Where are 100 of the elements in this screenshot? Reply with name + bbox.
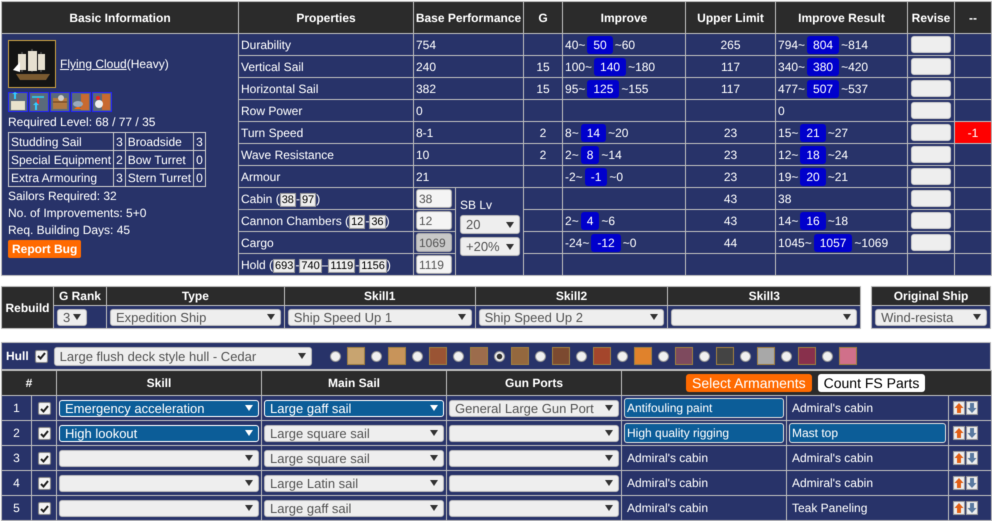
skill-dropdown[interactable]: Emergency acceleration [59,400,259,416]
revise-field[interactable] [911,168,952,185]
material-swatch[interactable] [756,347,775,365]
rank-dropdown[interactable]: 3 [56,308,87,326]
revise-field[interactable] [911,36,952,53]
dropdown[interactable]: Wind-resista [875,308,987,326]
checkbox[interactable] [34,350,48,362]
property-name: Row Power [241,104,302,118]
checkbox[interactable] [38,502,50,516]
revise-field[interactable] [911,234,952,251]
crate-icon [50,92,70,112]
ship-name-link[interactable]: Flying Cloud [60,57,127,71]
range-separator: ) [386,214,390,228]
radio-button[interactable] [370,350,382,362]
radio-button[interactable] [494,350,505,362]
count-parts-button[interactable]: Count FS Parts [818,374,926,392]
base-value-field[interactable]: 38 [416,189,452,208]
skill-dropdown[interactable] [59,450,259,466]
radio-button[interactable] [698,350,710,362]
revise-field[interactable] [911,146,952,163]
checkbox[interactable] [38,477,50,490]
revise-field[interactable] [911,58,952,75]
caret-icon [605,505,613,511]
main-sail-dropdown[interactable]: Large square sail [264,424,444,442]
radio-button[interactable] [452,350,464,362]
radio-button[interactable] [658,350,669,362]
radio-button[interactable] [616,350,628,362]
gun-port-dropdown[interactable] [449,424,619,442]
checkbox[interactable] [38,427,50,440]
caret-icon [430,480,438,486]
checkbox[interactable] [38,452,50,466]
arrow-down-icon[interactable] [966,476,978,490]
material-swatch[interactable] [838,347,857,365]
column-header: Main Sail [262,370,446,396]
arrow-down-icon[interactable] [966,426,978,440]
radio-button[interactable] [780,350,792,362]
main-sail-dropdown[interactable]: Large gaff sail [264,500,444,516]
material-swatch[interactable] [592,347,611,365]
column-header: Type [106,286,284,306]
revise-field[interactable] [911,124,952,141]
result-max: ~27 [828,126,848,140]
radio-button[interactable] [740,350,751,362]
radio-button[interactable] [412,350,423,362]
gun-port-dropdown[interactable] [449,450,619,466]
radio-button[interactable] [534,350,546,362]
radio-button[interactable] [330,350,341,362]
material-swatch[interactable] [716,347,734,365]
column-header: Revise [908,2,955,34]
dropdown[interactable]: Ship Speed Up 1 [288,308,472,326]
arrow-up-icon[interactable] [953,401,965,416]
sb-level-dropdown[interactable]: 20 [460,215,520,234]
material-swatch[interactable] [510,347,529,365]
dropdown[interactable]: Expedition Ship [110,308,281,326]
dropdown[interactable] [671,308,858,326]
skill-dropdown[interactable]: High lookout [59,424,259,442]
material-swatch[interactable] [634,347,652,365]
base-value-field[interactable]: 1119 [416,255,452,274]
arrow-up-icon[interactable] [953,451,965,466]
base-value-field[interactable]: 12 [416,211,452,230]
main-sail-dropdown[interactable]: Large square sail [264,450,444,466]
revise-field[interactable] [911,102,952,119]
dropdown[interactable]: Ship Speed Up 2 [478,308,664,326]
result-value: 507 [807,80,840,98]
main-sail-dropdown[interactable]: Large Latin sail [264,474,444,492]
revise-field[interactable] [911,190,952,207]
material-swatch[interactable] [674,347,693,365]
arrow-up-icon[interactable] [953,426,965,440]
material-swatch[interactable] [552,347,570,365]
improve-value: 14 [580,124,606,142]
gun-port-dropdown[interactable] [449,474,619,492]
material-swatch[interactable] [346,347,365,365]
hull-dropdown[interactable]: Large flush deck style hull - Cedar [54,346,312,366]
skill-dropdown[interactable] [59,500,259,516]
arrow-down-icon[interactable] [966,401,978,416]
checkbox[interactable] [38,402,50,416]
revise-field[interactable] [911,212,952,229]
gun-port-dropdown[interactable]: General Large Gun Port [449,400,619,416]
improve-value: 4 [580,212,600,230]
material-swatch[interactable] [428,347,447,365]
caret-icon [843,314,852,320]
arrow-up-icon[interactable] [953,501,965,516]
radio-button[interactable] [822,350,833,362]
radio-button[interactable] [576,350,587,362]
result-value: 18 [800,146,826,164]
material-swatch[interactable] [798,347,816,365]
arrow-down-icon[interactable] [966,501,978,516]
gun-port-dropdown[interactable] [449,500,619,516]
bonus-dropdown[interactable]: +20% [460,237,520,256]
arrow-up-icon[interactable] [953,476,965,490]
base-value: 0 [414,100,524,122]
material-swatch[interactable] [470,347,488,365]
main-sail-dropdown[interactable]: Large gaff sail [264,400,444,416]
g-value: 15 [524,56,563,78]
result-max: ~420 [841,60,868,74]
column-header: -- [954,2,992,34]
arrow-up-icon [29,92,49,112]
material-swatch[interactable] [388,347,406,365]
arrow-down-icon[interactable] [966,451,978,466]
skill-dropdown[interactable] [59,474,259,492]
revise-field[interactable] [911,80,952,97]
